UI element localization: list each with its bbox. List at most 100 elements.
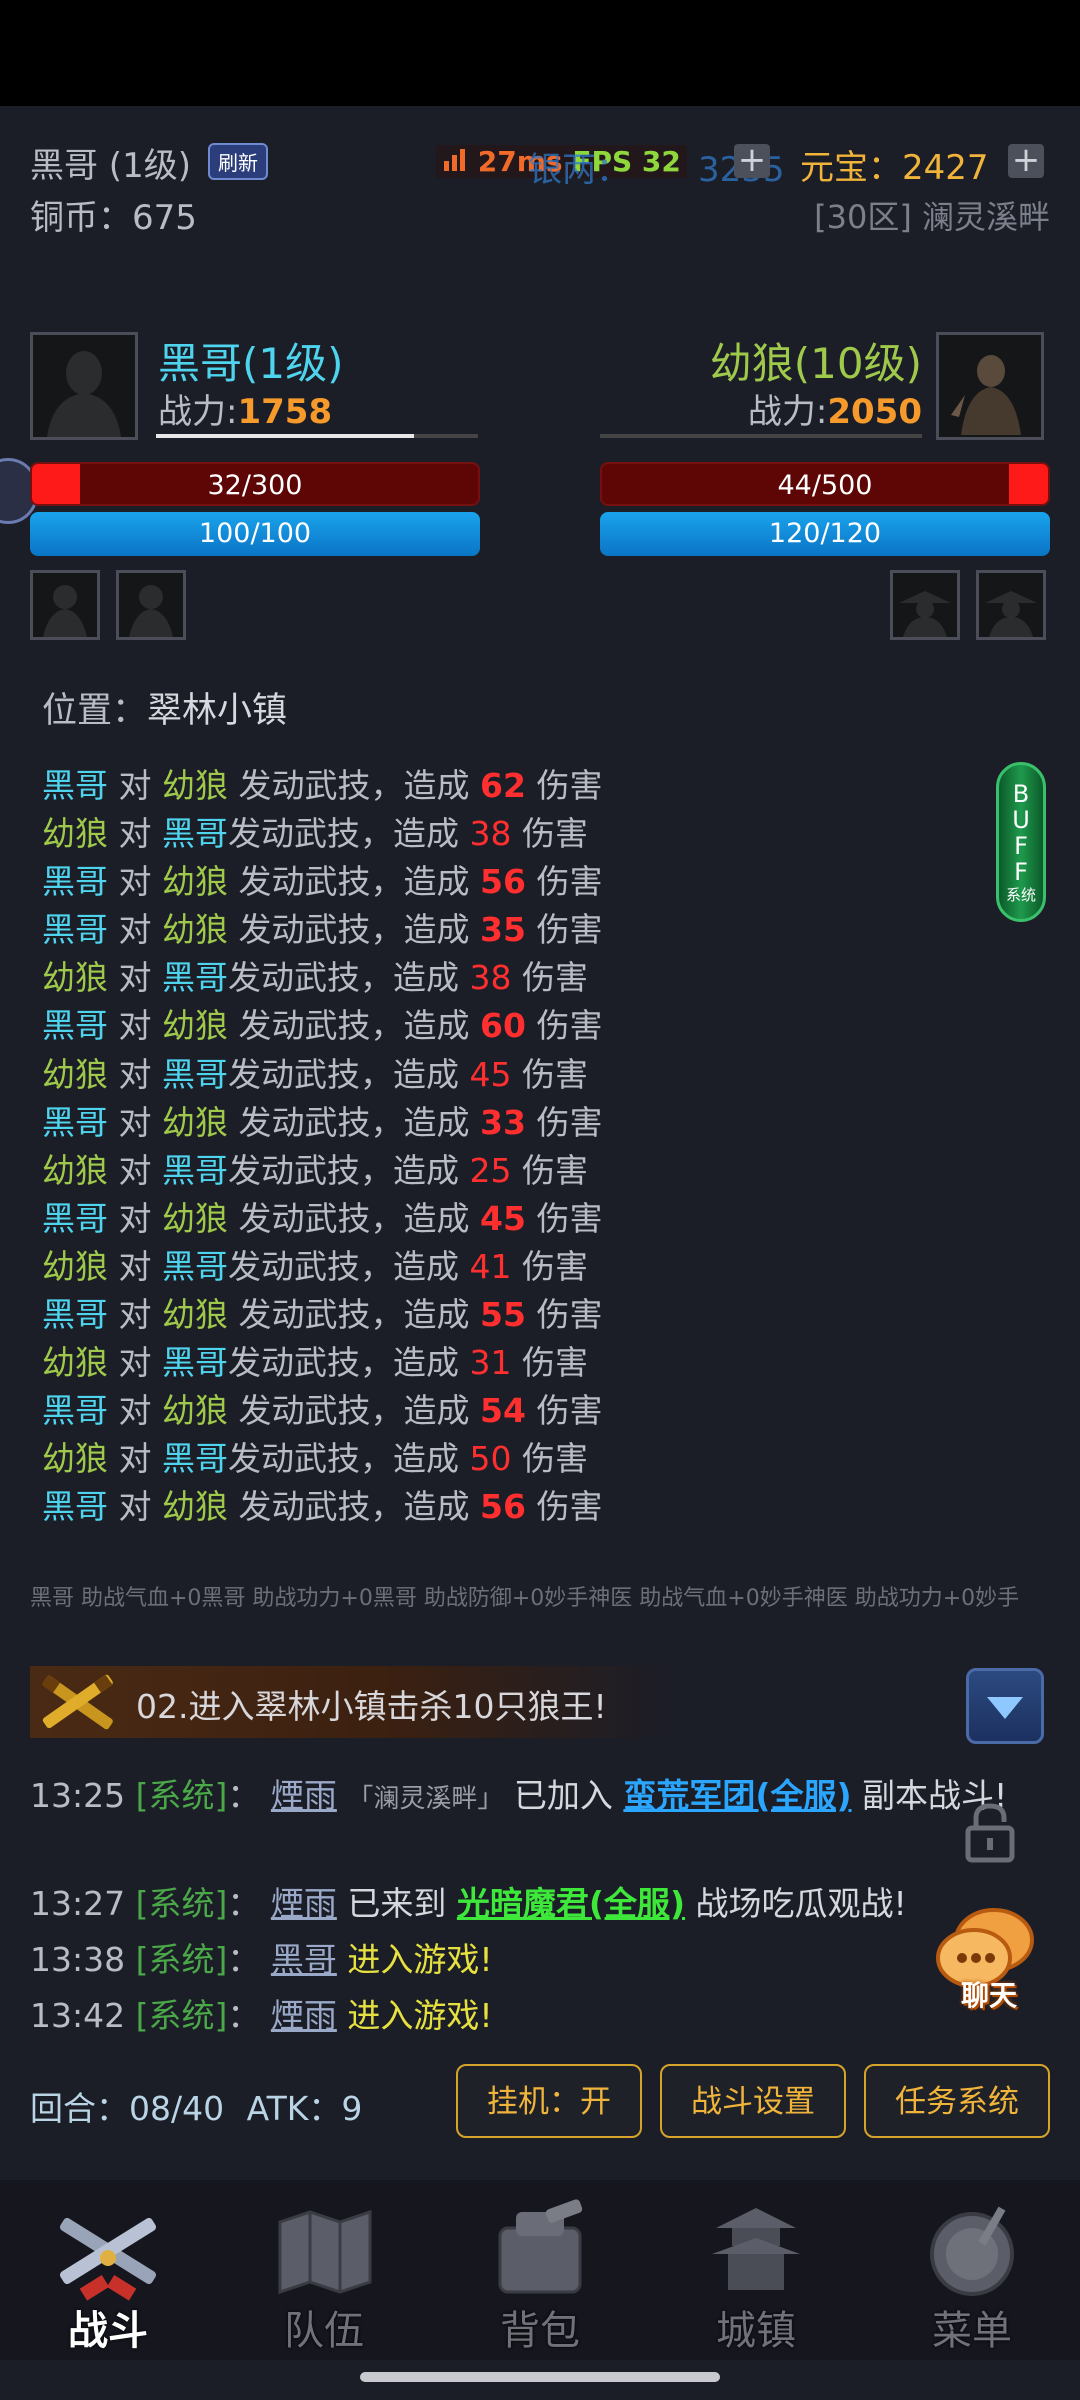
- log-damage-word: 伤害: [522, 1150, 588, 1190]
- enemy-hp-text: 44/500: [777, 470, 873, 501]
- location: 位置：翠林小镇: [42, 682, 287, 733]
- chat-user[interactable]: 煙雨: [271, 1996, 337, 2035]
- battle-log-line: 黑哥 对 幼狼 发动武技，造成 62 伤害: [42, 762, 602, 810]
- yuanbao-label: 元宝：: [800, 148, 902, 188]
- log-target: 幼狼: [162, 1487, 228, 1527]
- buff-letter-f2: F: [1014, 858, 1028, 886]
- scroll-map-icon: [278, 2209, 372, 2295]
- log-damage: 54: [480, 1391, 526, 1431]
- battle-log-line: 黑哥 对 幼狼 发动武技，造成 45 伤害: [42, 1195, 602, 1243]
- add-yuanbao-button[interactable]: +: [1008, 143, 1044, 178]
- log-vs: 对: [118, 1198, 152, 1238]
- log-target: 幼狼: [162, 1102, 228, 1142]
- auto-battle-button[interactable]: 挂机：开: [456, 2064, 642, 2138]
- chat-sys-tag: [系统]: [135, 1884, 228, 1923]
- chat-sys-tag: [系统]: [135, 1776, 228, 1815]
- enemy-companion-2[interactable]: [976, 570, 1046, 640]
- player-avatar[interactable]: [30, 332, 138, 440]
- log-target: 黑哥: [162, 1246, 228, 1286]
- enemy-mp-bar: 120/120: [600, 512, 1050, 556]
- chat-button[interactable]: 聊天: [934, 1900, 1038, 2012]
- battle-log-line: 幼狼 对 黑哥发动武技，造成 31 伤害: [42, 1339, 602, 1387]
- log-target: 幼狼: [162, 862, 228, 902]
- server-name: [30区] 澜灵溪畔: [814, 198, 1050, 236]
- player-exp-bar: [156, 434, 478, 438]
- player-hp-text: 32/300: [207, 470, 303, 501]
- log-target: 黑哥: [162, 1439, 228, 1479]
- chat-time: 13:27: [30, 1884, 126, 1923]
- log-vs: 对: [118, 1487, 152, 1527]
- chat-button-label: 聊天: [960, 1979, 1017, 2012]
- chat-user[interactable]: 黑哥: [271, 1940, 337, 1979]
- battle-log-line: 黑哥 对 幼狼 发动武技，造成 55 伤害: [42, 1291, 602, 1339]
- buff-sub-label: 系统: [1005, 886, 1036, 904]
- chat-link[interactable]: 蛮荒军团(全服): [623, 1776, 851, 1815]
- log-damage: 45: [480, 1198, 526, 1238]
- player-companion-1[interactable]: [30, 570, 100, 640]
- nav-town[interactable]: 城镇: [648, 2198, 864, 2354]
- battle-log-line: 黑哥 对 幼狼 发动武技，造成 60 伤害: [42, 1002, 602, 1050]
- chat-message-2: 13:27 [系统]： 煙雨 已来到 光暗魔君(全服) 战场吃瓜观战!: [30, 1884, 907, 1923]
- chat-text: 进入游戏!: [347, 1940, 493, 1979]
- round-value: 08/40: [129, 2089, 225, 2128]
- battle-log-line: 黑哥 对 幼狼 发动武技，造成 33 伤害: [42, 1099, 602, 1147]
- battle-log-line: 幼狼 对 黑哥发动武技，造成 38 伤害: [42, 810, 602, 858]
- log-damage-word: 伤害: [522, 958, 588, 998]
- buff-system-button[interactable]: B U F F 系统: [996, 762, 1046, 922]
- battle-log-line: 黑哥 对 幼狼 发动武技，造成 56 伤害: [42, 1483, 602, 1531]
- battle-log: 黑哥 对 幼狼 发动武技，造成 62 伤害 幼狼 对 黑哥发动武技，造成 38 伤…: [42, 762, 602, 1532]
- battle-log-line: 幼狼 对 黑哥发动武技，造成 45 伤害: [42, 1051, 602, 1099]
- log-attacker: 幼狼: [42, 1246, 108, 1286]
- log-attacker: 黑哥: [42, 1295, 108, 1335]
- collapse-button[interactable]: [966, 1668, 1044, 1744]
- player-companion-2[interactable]: [116, 570, 186, 640]
- nav-battle[interactable]: 战斗: [0, 2198, 216, 2354]
- enemy-avatar[interactable]: [936, 332, 1044, 440]
- player-power-value: 1758: [237, 392, 333, 432]
- nav-team[interactable]: 队伍: [216, 2198, 432, 2354]
- status-bar: [0, 0, 1080, 106]
- chat-user[interactable]: 煙雨: [271, 1776, 337, 1815]
- chat-user[interactable]: 煙雨: [271, 1884, 337, 1923]
- nav-label-backpack: 背包: [500, 2308, 580, 2354]
- log-action: 发动武技，造成: [228, 1343, 459, 1383]
- chat-time: 13:25: [30, 1776, 126, 1815]
- enemy-companion-1[interactable]: [890, 570, 960, 640]
- quest-system-button[interactable]: 任务系统: [864, 2064, 1050, 2138]
- refresh-badge[interactable]: 刷新: [208, 143, 268, 180]
- player-name-level: 黑哥 (1级): [30, 146, 191, 186]
- log-action: 发动武技，造成: [228, 1054, 459, 1094]
- log-damage: 31: [469, 1343, 512, 1383]
- log-damage-word: 伤害: [522, 814, 588, 854]
- player-power-label: 战力:: [158, 392, 238, 432]
- log-vs: 对: [118, 766, 152, 805]
- player-hp-fill: [32, 464, 80, 504]
- lock-icon[interactable]: [962, 1800, 1018, 1868]
- round-label: 回合：: [30, 2089, 129, 2128]
- crossed-swords-icon: [60, 2217, 156, 2301]
- battle-log-line: 幼狼 对 黑哥发动武技，造成 25 伤害: [42, 1147, 602, 1195]
- chevron-down-icon: [987, 1697, 1023, 1719]
- nav-label-town: 城镇: [716, 2308, 796, 2354]
- home-indicator[interactable]: [360, 2372, 720, 2382]
- battle-settings-button[interactable]: 战斗设置: [660, 2064, 846, 2138]
- log-action: 发动武技，造成: [238, 1198, 470, 1238]
- log-action: 发动武技，造成: [228, 958, 459, 998]
- quest-bar[interactable]: 02.进入翠林小镇击杀10只狼王!: [30, 1666, 670, 1738]
- nav-backpack[interactable]: 背包: [432, 2198, 648, 2354]
- player-name: 黑哥(1级): [158, 339, 344, 388]
- copper-display: 铜币：675: [30, 190, 197, 239]
- add-silver-button[interactable]: +: [734, 143, 770, 178]
- log-target: 黑哥: [162, 1054, 228, 1094]
- log-action: 发动武技，造成: [238, 862, 470, 902]
- log-action: 发动武技，造成: [238, 1487, 470, 1527]
- log-target: 幼狼: [162, 1295, 228, 1335]
- log-damage-word: 伤害: [536, 1391, 603, 1431]
- buff-letter-f1: F: [1014, 832, 1028, 860]
- chat-link[interactable]: 光暗魔君(全服): [457, 1884, 685, 1923]
- log-vs: 对: [118, 958, 152, 998]
- battle-log-line: 幼狼 对 黑哥发动武技，造成 50 伤害: [42, 1435, 602, 1483]
- nav-menu[interactable]: 菜单: [864, 2198, 1080, 2354]
- log-attacker: 黑哥: [42, 766, 108, 805]
- log-attacker: 幼狼: [42, 1343, 108, 1383]
